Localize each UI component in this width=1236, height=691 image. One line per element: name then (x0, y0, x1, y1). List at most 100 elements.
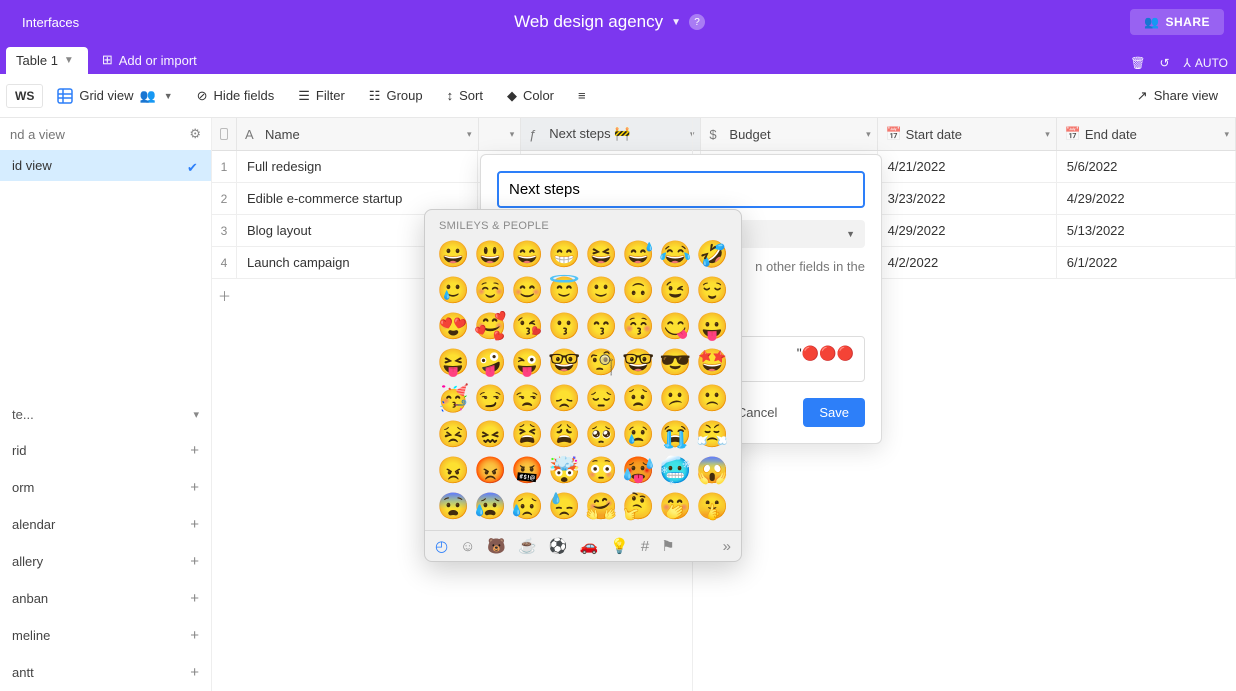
emoji-option[interactable]: 😰 (474, 490, 507, 522)
emoji-option[interactable]: 😠 (437, 454, 470, 486)
sidebar-view-type-option[interactable]: allery+ (0, 543, 211, 580)
emoji-option[interactable]: 🙃 (622, 274, 655, 306)
emoji-option[interactable]: 😊 (511, 274, 544, 306)
emoji-option[interactable]: 😓 (548, 490, 581, 522)
share-view-button[interactable]: ↗Share view (1125, 82, 1230, 110)
cell-name[interactable]: Full redesign (237, 151, 478, 182)
emoji-option[interactable]: 😅 (622, 238, 655, 270)
emoji-option[interactable]: 🥰 (474, 310, 507, 342)
emoji-option[interactable]: 😙 (585, 310, 618, 342)
gear-icon[interactable]: ⚙ (189, 126, 201, 142)
sidebar-view-type-option[interactable]: orm+ (0, 469, 211, 506)
emoji-option[interactable]: 😣 (437, 418, 470, 450)
emoji-option[interactable]: 😳 (585, 454, 618, 486)
emoji-option[interactable]: 😤 (696, 418, 729, 450)
sidebar-view-type-option[interactable]: rid+ (0, 432, 211, 469)
sort-button[interactable]: ↕Sort (437, 82, 493, 109)
sidebar-view-grid[interactable]: id view ✔ (0, 150, 211, 181)
column-start-date[interactable]: 📅Start date▾ (878, 118, 1057, 150)
emoji-option[interactable]: 🤗 (585, 490, 618, 522)
history-icon[interactable]: ↺ (1159, 56, 1169, 70)
chevron-down-icon[interactable]: ▾ (1045, 129, 1050, 140)
interfaces-link[interactable]: Interfaces (12, 9, 89, 36)
food-nav-icon[interactable]: ☕ (518, 537, 537, 555)
emoji-option[interactable]: 😟 (622, 382, 655, 414)
emoji-option[interactable]: 😫 (511, 418, 544, 450)
smileys-nav-icon[interactable]: ☺ (460, 538, 475, 555)
tab-table-1[interactable]: Table 1 ▼ (6, 47, 88, 74)
emoji-option[interactable]: 🤯 (548, 454, 581, 486)
emoji-option[interactable]: 🤓 (548, 346, 581, 378)
emoji-option[interactable]: 🥵 (622, 454, 655, 486)
people-icon[interactable]: 👥 (140, 88, 156, 104)
color-button[interactable]: ◆Color (497, 82, 564, 110)
cell-end-date[interactable]: 5/6/2022 (1057, 151, 1236, 182)
flags-nav-icon[interactable]: ⚑ (661, 537, 674, 555)
chevron-down-icon[interactable]: ▼ (164, 91, 173, 101)
emoji-option[interactable]: 😌 (696, 274, 729, 306)
share-button[interactable]: 👥 SHARE (1130, 9, 1224, 35)
cell-end-date[interactable]: 5/13/2022 (1057, 215, 1236, 246)
trash-icon[interactable]: 🗑 (1130, 56, 1145, 70)
emoji-option[interactable]: 😜 (511, 346, 544, 378)
emoji-option[interactable]: 🤔 (622, 490, 655, 522)
emoji-option[interactable]: 😘 (511, 310, 544, 342)
chevron-down-icon[interactable]: ▾ (467, 129, 472, 140)
chevron-down-icon[interactable]: ▾ (510, 129, 515, 140)
field-name-input[interactable] (497, 171, 865, 208)
select-all-column[interactable] (212, 118, 237, 150)
symbols-nav-icon[interactable]: # (641, 538, 649, 555)
cell-end-date[interactable]: 4/29/2022 (1057, 183, 1236, 214)
cell-end-date[interactable]: 6/1/2022 (1057, 247, 1236, 278)
emoji-option[interactable]: 😥 (511, 490, 544, 522)
emoji-option[interactable]: 🤭 (659, 490, 692, 522)
filter-button[interactable]: ☰Filter (288, 82, 355, 110)
row-height-button[interactable]: ≡ (568, 82, 596, 109)
base-title[interactable]: Web design agency ▼ ? (89, 12, 1130, 32)
emoji-option[interactable]: 🤓 (622, 346, 655, 378)
emoji-option[interactable]: 😂 (659, 238, 692, 270)
chevron-down-icon[interactable]: ▾ (1224, 129, 1229, 140)
emoji-option[interactable]: 😡 (474, 454, 507, 486)
emoji-option[interactable]: 😆 (585, 238, 618, 270)
emoji-option[interactable]: 🤫 (696, 490, 729, 522)
emoji-option[interactable]: 😁 (548, 238, 581, 270)
emoji-option[interactable]: 🥺 (585, 418, 618, 450)
emoji-option[interactable]: 😉 (659, 274, 692, 306)
emoji-option[interactable]: 😔 (585, 382, 618, 414)
emoji-option[interactable]: 😖 (474, 418, 507, 450)
emoji-option[interactable]: ☺️ (474, 274, 507, 306)
emoji-option[interactable]: 🙁 (696, 382, 729, 414)
sidebar-view-type-option[interactable]: alendar+ (0, 506, 211, 543)
emoji-option[interactable]: 🤣 (696, 238, 729, 270)
emoji-option[interactable]: 😛 (696, 310, 729, 342)
emoji-option[interactable]: 🥳 (437, 382, 470, 414)
emoji-option[interactable]: 😱 (696, 454, 729, 486)
emoji-option[interactable]: 🙂 (585, 274, 618, 306)
emoji-option[interactable]: 😩 (548, 418, 581, 450)
save-button[interactable]: Save (803, 398, 865, 427)
emoji-option[interactable]: 😎 (659, 346, 692, 378)
emoji-option[interactable]: 😗 (548, 310, 581, 342)
sidebar-view-type-option[interactable]: antt+ (0, 654, 211, 691)
find-view-input[interactable] (10, 127, 150, 142)
group-button[interactable]: ☷Group (359, 82, 433, 110)
emoji-option[interactable]: 😢 (622, 418, 655, 450)
emoji-option[interactable]: 🤪 (474, 346, 507, 378)
sidebar-view-type-option[interactable]: anban+ (0, 580, 211, 617)
emoji-option[interactable]: 🥲 (437, 274, 470, 306)
chevron-down-icon[interactable]: ▼ (64, 55, 74, 66)
emoji-option[interactable]: 😋 (659, 310, 692, 342)
views-sidebar-toggle[interactable]: WS (6, 84, 43, 108)
cell-start-date[interactable]: 3/23/2022 (878, 183, 1057, 214)
column-blank[interactable]: ▾ (479, 118, 522, 150)
emoji-option[interactable]: 😒 (511, 382, 544, 414)
chevron-down-icon[interactable]: ▼ (671, 17, 681, 28)
activity-nav-icon[interactable]: ⚽ (549, 537, 568, 555)
cell-start-date[interactable]: 4/21/2022 (878, 151, 1057, 182)
emoji-option[interactable]: 🤩 (696, 346, 729, 378)
help-icon[interactable]: ? (689, 14, 705, 30)
emoji-option[interactable]: 😇 (548, 274, 581, 306)
objects-nav-icon[interactable]: 💡 (610, 537, 629, 555)
emoji-option[interactable]: 😕 (659, 382, 692, 414)
